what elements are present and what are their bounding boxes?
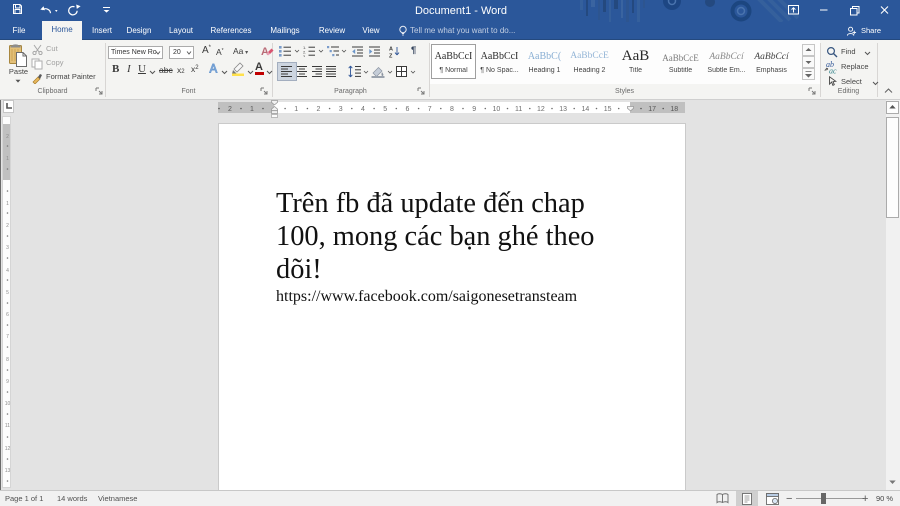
svg-text:A: A <box>261 46 269 58</box>
svg-text:11: 11 <box>515 106 522 113</box>
svg-text:13: 13 <box>559 106 567 113</box>
svg-text:10: 10 <box>493 106 501 113</box>
svg-text:1: 1 <box>6 156 9 162</box>
svg-text:2: 2 <box>317 106 321 113</box>
svg-text:15: 15 <box>604 106 612 113</box>
svg-text:12: 12 <box>537 106 545 113</box>
svg-text:8: 8 <box>6 357 9 363</box>
svg-text:5: 5 <box>383 106 387 113</box>
svg-text:6: 6 <box>6 312 9 318</box>
svg-text:2: 2 <box>228 106 232 113</box>
svg-text:3.: 3. <box>303 54 306 57</box>
svg-text:18: 18 <box>670 106 678 113</box>
svg-text:9: 9 <box>472 106 476 113</box>
svg-text:A: A <box>210 64 218 75</box>
svg-text:1: 1 <box>250 106 254 113</box>
svg-text:7: 7 <box>6 334 9 340</box>
svg-text:3: 3 <box>6 245 9 251</box>
svg-text:7: 7 <box>428 106 432 113</box>
svg-text:2: 2 <box>6 223 9 229</box>
svg-text:1: 1 <box>294 106 298 113</box>
svg-text:1: 1 <box>6 201 9 207</box>
svg-text:4: 4 <box>6 268 9 274</box>
svg-text:9: 9 <box>6 379 9 385</box>
svg-text:Z: Z <box>389 54 393 59</box>
svg-text:6: 6 <box>405 106 409 113</box>
svg-text:ac: ac <box>829 67 837 75</box>
svg-text:13: 13 <box>5 468 11 474</box>
svg-text:2: 2 <box>6 134 9 140</box>
svg-text:17: 17 <box>648 106 656 113</box>
svg-text:12: 12 <box>5 446 11 452</box>
svg-text:10: 10 <box>5 401 11 407</box>
svg-text:14: 14 <box>582 106 590 113</box>
svg-text:8: 8 <box>450 106 454 113</box>
svg-text:4: 4 <box>361 106 365 113</box>
svg-text:A: A <box>389 47 393 53</box>
svg-text:11: 11 <box>5 423 10 429</box>
svg-text:3: 3 <box>339 106 343 113</box>
svg-text:5: 5 <box>6 290 9 296</box>
